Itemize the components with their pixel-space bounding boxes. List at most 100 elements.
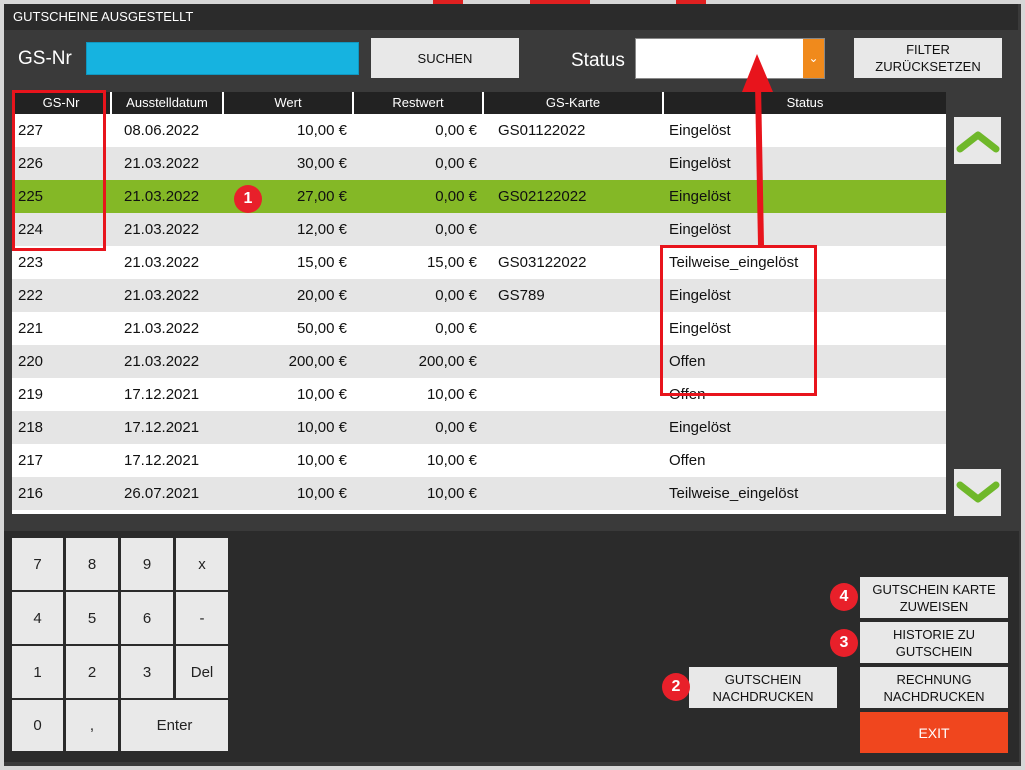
key-comma[interactable]: , xyxy=(66,700,118,751)
annotation-badge-3: 3 xyxy=(830,629,858,657)
assign-card-line1: GUTSCHEIN KARTE xyxy=(872,581,996,597)
annotation-badge-2: 2 xyxy=(662,673,690,701)
cell-wert: 50,00 € xyxy=(296,320,347,337)
cell-gs-karte: GS02122022 xyxy=(498,188,587,205)
cell-gs-karte: GS01122022 xyxy=(498,122,586,139)
cell-ausstelldatum: 21.03.2022 xyxy=(124,221,200,238)
gs-nr-input[interactable] xyxy=(86,42,359,75)
cell-gs-nr: 220 xyxy=(18,353,44,370)
cell-gs-nr: 216 xyxy=(18,485,44,502)
reset-filter-button[interactable]: FILTER ZURÜCKSETZEN xyxy=(854,38,1002,78)
table-row[interactable]: 216 26.07.2021 10,00 € 10,00 € Teilweise_ein… xyxy=(12,477,946,510)
key-delete[interactable]: Del xyxy=(176,646,228,698)
cell-gs-nr: 219 xyxy=(18,386,44,403)
cell-restwert: 0,00 € xyxy=(435,122,477,139)
cell-restwert: 15,00 € xyxy=(426,254,477,271)
cell-ausstelldatum: 17.12.2021 xyxy=(124,419,200,436)
cell-wert: 15,00 € xyxy=(296,254,347,271)
cell-ausstelldatum: 26.07.2021 xyxy=(124,485,200,502)
cell-status: Eingelöst xyxy=(669,122,731,139)
cell-restwert: 10,00 € xyxy=(426,386,477,403)
cell-gs-karte: GS03122022 xyxy=(498,254,587,271)
cell-restwert: 200,00 € xyxy=(418,353,477,370)
chevron-down-icon xyxy=(956,481,999,502)
exit-button[interactable]: EXIT xyxy=(860,712,1008,753)
key-9[interactable]: 9 xyxy=(121,538,173,590)
cell-gs-nr: 222 xyxy=(18,287,44,304)
cell-wert: 200,00 € xyxy=(288,353,347,370)
cell-status: Teilweise_eingelöst xyxy=(669,485,799,502)
key-0[interactable]: 0 xyxy=(12,700,63,751)
key-x[interactable]: x xyxy=(176,538,228,590)
reprint-invoice-button[interactable]: RECHNUNG NACHDRUCKEN xyxy=(860,667,1008,708)
table-row[interactable]: 227 08.06.2022 10,00 €0,00 € GS01122022 Eing… xyxy=(12,114,946,147)
cell-ausstelldatum: 17.12.2021 xyxy=(124,452,200,469)
cell-ausstelldatum: 21.03.2022 xyxy=(124,155,200,172)
cell-gs-nr: 217 xyxy=(18,452,44,469)
cell-wert: 10,00 € xyxy=(296,386,347,403)
cell-ausstelldatum: 08.06.2022 xyxy=(124,122,200,139)
reset-filter-line1: FILTER xyxy=(906,42,950,57)
cell-status: Eingelöst xyxy=(669,221,731,238)
cell-restwert: 0,00 € xyxy=(435,221,477,238)
reprint-invoice-line2: NACHDRUCKEN xyxy=(883,688,985,704)
cell-gs-nr: 223 xyxy=(18,254,44,271)
window-title: GUTSCHEINE AUSGESTELLT xyxy=(4,4,1018,30)
column-header-ausstelldatum[interactable]: Ausstelldatum xyxy=(112,92,224,114)
scroll-down-button[interactable] xyxy=(954,469,1001,516)
key-5[interactable]: 5 xyxy=(66,592,118,644)
key-minus[interactable]: - xyxy=(176,592,228,644)
column-header-status[interactable]: Status xyxy=(664,92,946,114)
reprint-voucher-button[interactable]: GUTSCHEIN NACHDRUCKEN xyxy=(689,667,837,708)
history-line1: HISTORIE ZU xyxy=(892,626,976,642)
cell-wert: 12,00 € xyxy=(296,221,347,238)
search-button[interactable]: SUCHEN xyxy=(371,38,519,78)
annotation-badge-4: 4 xyxy=(830,583,858,611)
history-line2: GUTSCHEIN xyxy=(895,643,973,659)
scroll-up-button[interactable] xyxy=(954,117,1001,164)
highlight-status-cells xyxy=(660,245,817,396)
key-7[interactable]: 7 xyxy=(12,538,63,590)
cell-restwert: 0,00 € xyxy=(435,155,477,172)
table-row[interactable]: 225 21.03.2022 27,00 €0,00 € GS02122022 Eing… xyxy=(12,180,946,213)
table-row[interactable]: 226 21.03.2022 30,00 €0,00 € Eingelöst xyxy=(12,147,946,180)
chevron-down-icon[interactable]: ⌄ xyxy=(803,39,824,78)
key-6[interactable]: 6 xyxy=(121,592,173,644)
column-header-wert[interactable]: Wert xyxy=(224,92,354,114)
key-2[interactable]: 2 xyxy=(66,646,118,698)
column-header-gs-karte[interactable]: GS-Karte xyxy=(484,92,664,114)
key-3[interactable]: 3 xyxy=(121,646,173,698)
cell-restwert: 10,00 € xyxy=(426,485,477,502)
chevron-up-icon xyxy=(956,131,999,152)
arrow-annotation-icon xyxy=(742,54,773,246)
table-row[interactable]: 217 17.12.2021 10,00 € 10,00 € Offen xyxy=(12,444,946,477)
cell-restwert: 0,00 € xyxy=(435,320,477,337)
column-header-restwert[interactable]: Restwert xyxy=(354,92,484,114)
status-label: Status xyxy=(571,50,625,71)
table-row[interactable]: 224 21.03.2022 12,00 €0,00 € Eingelöst xyxy=(12,213,946,246)
status-dropdown[interactable]: ⌄ xyxy=(635,38,825,79)
cell-gs-nr: 218 xyxy=(18,419,44,436)
cell-restwert: 0,00 € xyxy=(435,188,477,205)
cell-status: Eingelöst xyxy=(669,188,731,205)
cell-wert: 10,00 € xyxy=(296,485,347,502)
key-8[interactable]: 8 xyxy=(66,538,118,590)
cell-restwert: 0,00 € xyxy=(435,287,477,304)
key-4[interactable]: 4 xyxy=(12,592,63,644)
cell-ausstelldatum: 17.12.2021 xyxy=(124,386,200,403)
cell-ausstelldatum: 21.03.2022 xyxy=(124,320,200,337)
cell-status: Eingelöst xyxy=(669,155,731,172)
cell-ausstelldatum: 21.03.2022 xyxy=(124,188,200,205)
table-row[interactable]: 218 17.12.2021 10,00 € 0,00 € Eingelöst xyxy=(12,411,946,444)
gs-nr-label: GS-Nr xyxy=(18,48,72,69)
cell-wert: 10,00 € xyxy=(296,452,347,469)
key-1[interactable]: 1 xyxy=(12,646,63,698)
highlight-gs-nr-column xyxy=(12,90,106,251)
cell-restwert: 10,00 € xyxy=(426,452,477,469)
key-enter[interactable]: Enter xyxy=(121,700,228,751)
assign-card-line2: ZUWEISEN xyxy=(899,598,969,614)
assign-voucher-card-button[interactable]: GUTSCHEIN KARTE ZUWEISEN xyxy=(860,577,1008,618)
cell-ausstelldatum: 21.03.2022 xyxy=(124,287,200,304)
voucher-history-button[interactable]: HISTORIE ZU GUTSCHEIN xyxy=(860,622,1008,663)
reprint-voucher-line1: GUTSCHEIN xyxy=(724,671,802,687)
